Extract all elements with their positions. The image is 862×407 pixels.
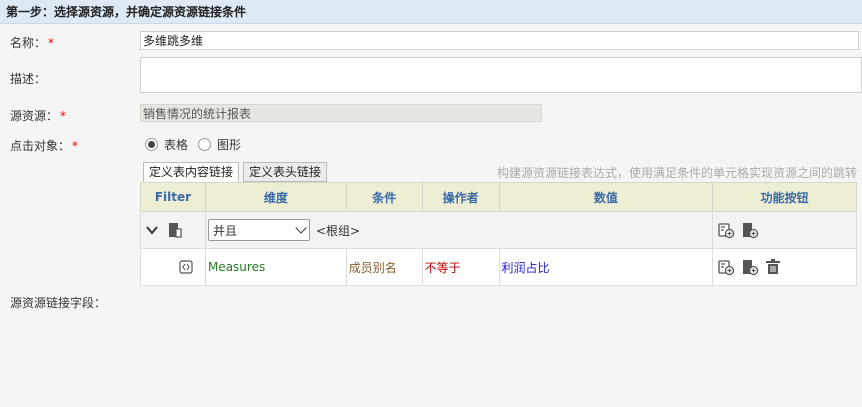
click-target-label: 点击对象： *	[10, 139, 79, 153]
group-node-icon	[168, 223, 182, 238]
chevron-down-icon	[295, 222, 307, 234]
step-header: 第一步：选择源资源，并确定源资源链接条件	[0, 0, 862, 24]
condition-dimension[interactable]: Measures	[204, 248, 347, 286]
tab-header-link[interactable]: 定义表头链接	[243, 162, 328, 182]
add-group-icon[interactable]	[741, 221, 759, 239]
add-group-icon[interactable]	[741, 258, 759, 276]
source-label: 源资源： *	[10, 109, 67, 123]
table-radio[interactable]	[145, 138, 158, 151]
source-field: 销售情况的统计报表	[140, 104, 542, 122]
column-header-value: 数值	[498, 182, 714, 212]
link-fields-label: 源资源链接字段：	[10, 296, 107, 310]
description-label: 描述：	[10, 72, 47, 86]
condition-node-icon	[179, 260, 193, 274]
condition-operator[interactable]: 不等于	[421, 248, 500, 286]
condition-filter-cell	[140, 248, 206, 286]
group-filter-cell	[140, 211, 206, 249]
description-input[interactable]	[140, 57, 862, 93]
column-header-dimension: 维度	[204, 182, 347, 212]
group-row: 并且 <根组>	[140, 211, 857, 249]
column-header-filter: Filter	[140, 182, 206, 212]
collapse-chevron-icon[interactable]	[145, 223, 159, 237]
chart-radio[interactable]	[198, 138, 212, 151]
required-mark: *	[48, 36, 55, 50]
column-header-actions: 功能按钮	[712, 182, 857, 212]
logic-select-value: 并且	[212, 223, 237, 238]
group-actions-cell	[712, 211, 857, 249]
condition-grid: Filter 维度 条件 操作者 数值 功能按钮 并且 <根组> Measure…	[140, 182, 857, 286]
condition-actions-cell	[712, 248, 857, 286]
column-header-condition: 条件	[345, 182, 423, 212]
condition-value[interactable]: 利润占比	[498, 248, 714, 286]
tab-content-link[interactable]: 定义表内容链接	[143, 162, 240, 182]
add-condition-icon[interactable]	[717, 221, 735, 239]
required-mark: *	[72, 139, 79, 153]
delete-icon[interactable]	[765, 258, 781, 276]
add-condition-icon[interactable]	[717, 258, 735, 276]
condition-row: Measures 成员别名 不等于 利润占比	[140, 248, 857, 286]
root-group-label: <根组>	[315, 223, 361, 238]
name-input[interactable]: 多维跳多维	[140, 31, 859, 50]
column-header-operator: 操作者	[421, 182, 500, 212]
table-radio-label[interactable]: 表格	[164, 136, 188, 153]
name-label: 名称： *	[10, 36, 55, 50]
link-tabs: 定义表内容链接 定义表头链接	[143, 162, 331, 182]
group-logic-cell: 并且 <根组>	[204, 211, 714, 249]
click-target-radio-group: 表格 图形	[145, 136, 251, 153]
condition-condition[interactable]: 成员别名	[345, 248, 423, 286]
hint-text: 构建源资源链接表达式，使用满足条件的单元格实现资源之间的跳转	[497, 166, 858, 180]
required-mark: *	[60, 109, 67, 123]
chart-radio-label[interactable]: 图形	[217, 136, 241, 153]
grid-header-row: Filter 维度 条件 操作者 数值 功能按钮	[140, 182, 857, 212]
logic-select[interactable]: 并且	[207, 219, 310, 241]
